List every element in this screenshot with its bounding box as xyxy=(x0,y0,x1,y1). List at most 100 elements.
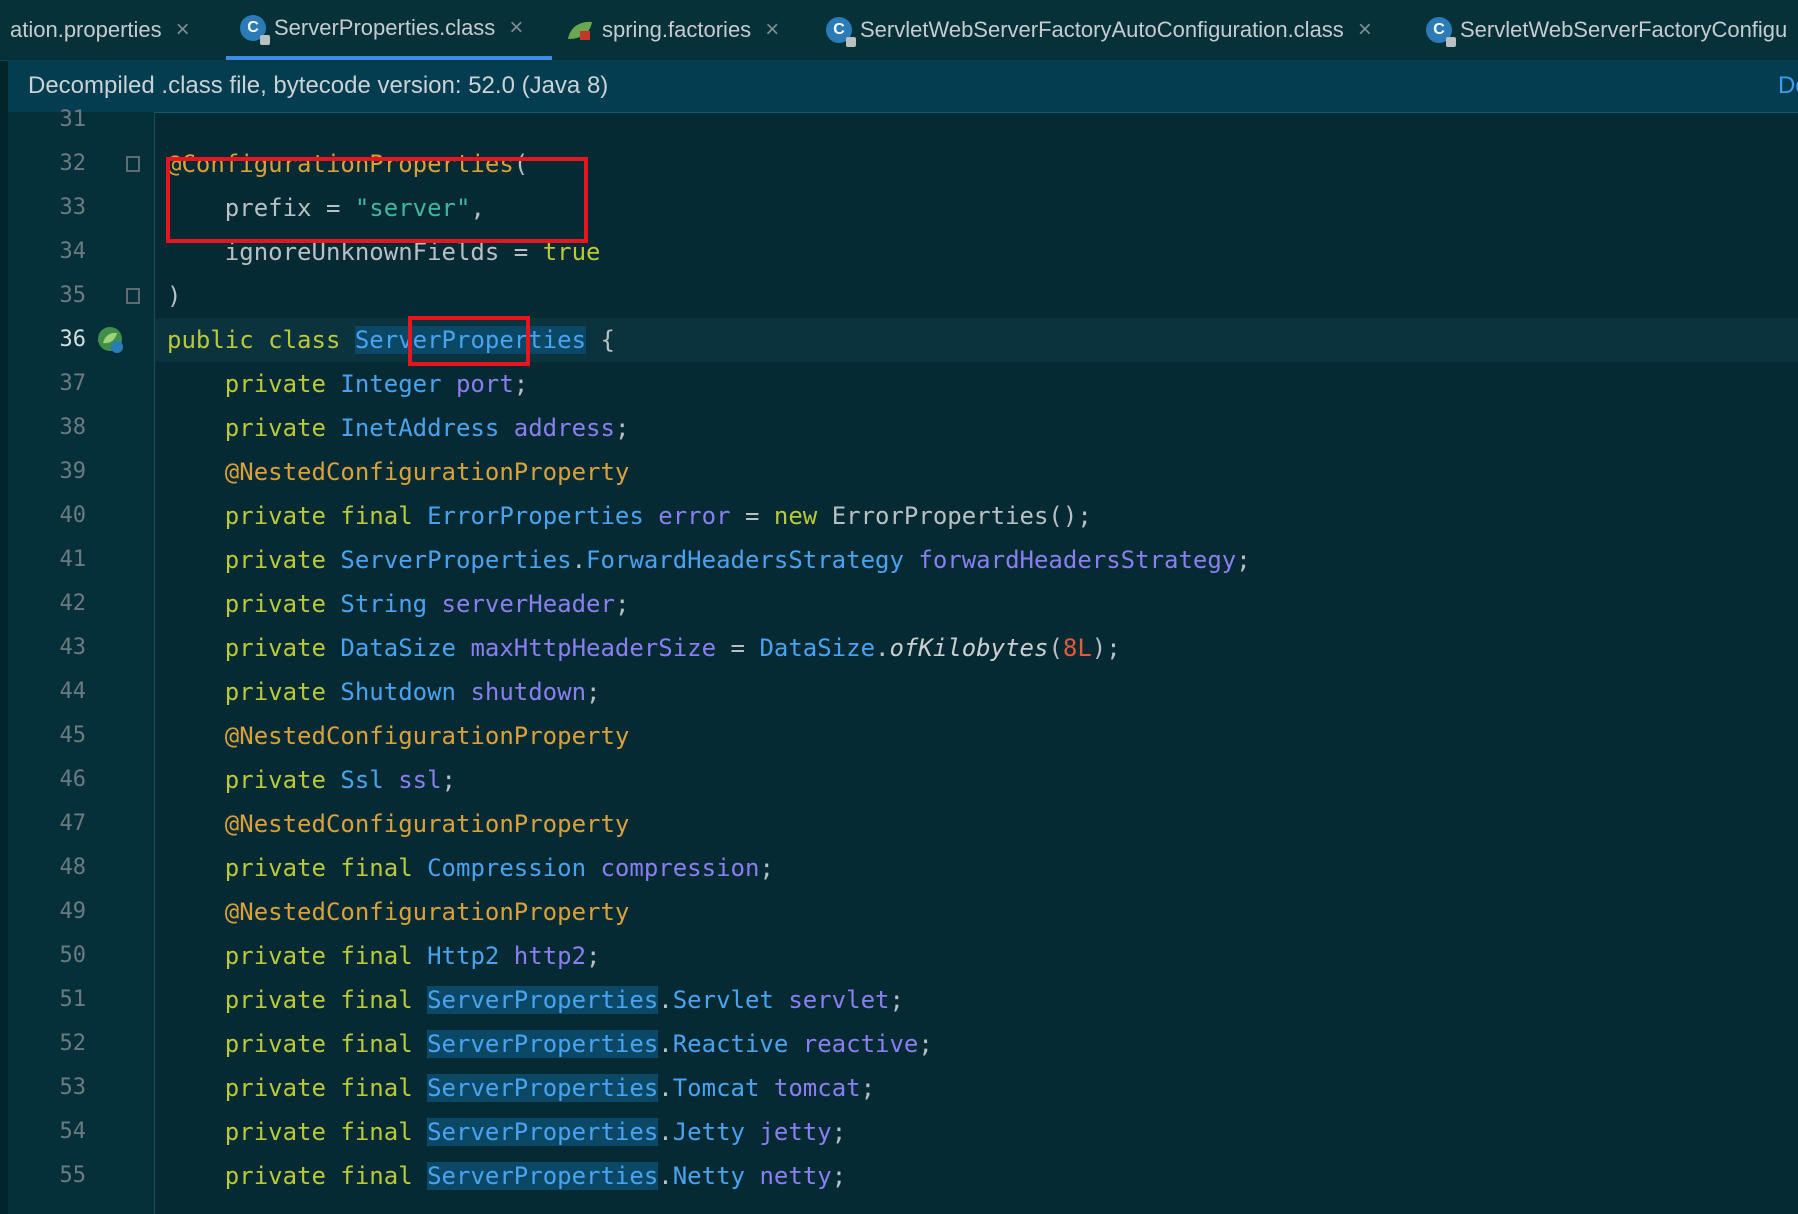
code-token: ServerProperties xyxy=(427,1030,659,1058)
close-icon[interactable]: × xyxy=(509,14,523,42)
line-number: 38 xyxy=(59,415,87,440)
code-token: private xyxy=(167,678,341,706)
code-token: ; xyxy=(614,414,630,442)
line-number: 36 xyxy=(59,327,87,352)
line-number: 33 xyxy=(59,195,87,220)
code-token: compression xyxy=(600,854,760,882)
code-token: ; xyxy=(831,1162,847,1190)
tab-application-properties[interactable]: ation.properties × xyxy=(0,0,190,60)
code-line[interactable]: @NestedConfigurationProperty xyxy=(155,714,1798,758)
tab-label: ation.properties xyxy=(10,17,162,42)
code-token: = xyxy=(716,634,760,662)
code-token: ; xyxy=(860,1074,876,1102)
code-token: serverHeader xyxy=(441,590,615,618)
code-token: @NestedConfigurationProperty xyxy=(167,722,630,750)
code-line[interactable]: private Shutdown shutdown; xyxy=(155,670,1798,714)
line-number: 46 xyxy=(59,767,87,792)
left-tool-strip xyxy=(0,60,8,1214)
code-token: . xyxy=(875,634,890,662)
lock-icon xyxy=(260,35,270,45)
code-line[interactable]: private final ServerProperties.Reactive … xyxy=(155,1022,1798,1066)
code-token: private final xyxy=(167,942,428,970)
code-line[interactable]: @NestedConfigurationProperty xyxy=(155,890,1798,934)
download-sources-link[interactable]: Downlo xyxy=(1778,72,1798,100)
code-line[interactable]: @NestedConfigurationProperty xyxy=(155,802,1798,846)
line-number: 54 xyxy=(59,1119,87,1144)
line-number: 39 xyxy=(59,459,87,484)
tab-spring-factories[interactable]: spring.factories × xyxy=(566,0,779,60)
close-icon[interactable]: × xyxy=(176,16,190,44)
tab-server-properties-class[interactable]: C ServerProperties.class × xyxy=(226,0,552,60)
code-token: Compression xyxy=(427,854,601,882)
close-icon[interactable]: × xyxy=(1358,16,1372,44)
code-token: ( xyxy=(1048,634,1063,662)
code-token: DataSize xyxy=(759,634,876,662)
code-token: @NestedConfigurationProperty xyxy=(167,458,630,486)
code-token: private final xyxy=(167,1118,428,1146)
code-token: . xyxy=(658,1118,673,1146)
code-token: String xyxy=(340,590,442,618)
class-icon: C xyxy=(1426,17,1456,47)
code-line[interactable]: private DataSize maxHttpHeaderSize = Dat… xyxy=(155,626,1798,670)
code-line[interactable]: private final Http2 http2; xyxy=(155,934,1798,978)
code-token: forwardHeadersStrategy xyxy=(918,546,1237,574)
line-number: 47 xyxy=(59,811,87,836)
code-line[interactable]: private final ServerProperties.Jetty jet… xyxy=(155,1110,1798,1154)
code-line[interactable]: @NestedConfigurationProperty xyxy=(155,450,1798,494)
code-token: private xyxy=(167,414,341,442)
code-token: ); xyxy=(1091,634,1121,662)
code-token: Servlet xyxy=(672,986,789,1014)
code-line[interactable] xyxy=(155,98,1798,142)
code-line[interactable]: private InetAddress address; xyxy=(155,406,1798,450)
code-token: Reactive xyxy=(672,1030,803,1058)
code-token: servlet xyxy=(788,986,890,1014)
code-token: private final xyxy=(167,502,428,530)
code-token: ; xyxy=(759,854,774,882)
code-token: maxHttpHeaderSize xyxy=(470,634,717,662)
fold-marker-icon[interactable] xyxy=(126,156,140,172)
code-token: ; xyxy=(614,590,630,618)
line-number: 41 xyxy=(59,547,87,572)
fold-marker-icon[interactable] xyxy=(126,288,140,304)
code-line[interactable]: private String serverHeader; xyxy=(155,582,1798,626)
class-icon: C xyxy=(240,15,270,45)
code-token: 8L xyxy=(1062,634,1092,662)
code-token: private final xyxy=(167,986,428,1014)
code-token: ErrorProperties xyxy=(427,502,659,530)
tab-servlet-web-server-factory-auto-configuration[interactable]: C ServletWebServerFactoryAutoConfigurati… xyxy=(826,0,1372,60)
line-number: 49 xyxy=(59,899,87,924)
code-token: ; xyxy=(441,766,456,794)
code-token: . xyxy=(658,1030,673,1058)
line-number-gutter: 31 32 33 34 35 36 37 38 39 40 41 42 43 44 45 46 47 48 49 50… xyxy=(8,107,155,1214)
tab-label: ServerProperties.class xyxy=(274,15,496,40)
tab-label: ServletWebServerFactoryAutoConfiguration… xyxy=(860,17,1344,42)
code-token: private xyxy=(167,634,341,662)
code-token: shutdown xyxy=(470,678,587,706)
code-line[interactable]: public class ServerProperties { xyxy=(155,318,1798,362)
code-line[interactable]: private ServerProperties.ForwardHeadersS… xyxy=(155,538,1798,582)
code-token: ) xyxy=(167,282,182,310)
code-token: Tomcat xyxy=(672,1074,774,1102)
code-editor[interactable]: @ConfigurationProperties( prefix = "serv… xyxy=(155,112,1798,1214)
code-line[interactable]: private final ServerProperties.Netty net… xyxy=(155,1154,1798,1198)
code-line[interactable]: private final ServerProperties.Servlet s… xyxy=(155,978,1798,1022)
tab-label: spring.factories xyxy=(602,17,752,42)
code-line[interactable]: private final Compression compression; xyxy=(155,846,1798,890)
code-token: ServerProperties xyxy=(427,986,659,1014)
spring-bean-icon[interactable] xyxy=(96,325,126,355)
code-token: DataSize xyxy=(340,634,471,662)
line-number: 50 xyxy=(59,943,87,968)
code-line[interactable]: private final ErrorProperties error = ne… xyxy=(155,494,1798,538)
code-token: address xyxy=(513,414,615,442)
code-token: private final xyxy=(167,1074,428,1102)
close-icon[interactable]: × xyxy=(765,16,779,44)
code-token: private xyxy=(167,590,341,618)
code-line[interactable]: ) xyxy=(155,274,1798,318)
line-number: 31 xyxy=(59,107,87,132)
tab-servlet-web-server-factory-configuration[interactable]: C ServletWebServerFactoryConfigu xyxy=(1426,0,1787,60)
code-line[interactable]: private Ssl ssl; xyxy=(155,758,1798,802)
code-line[interactable]: private final ServerProperties.Tomcat to… xyxy=(155,1066,1798,1110)
code-token: private final xyxy=(167,854,428,882)
code-token: ; xyxy=(513,370,529,398)
code-line[interactable]: private Integer port; xyxy=(155,362,1798,406)
